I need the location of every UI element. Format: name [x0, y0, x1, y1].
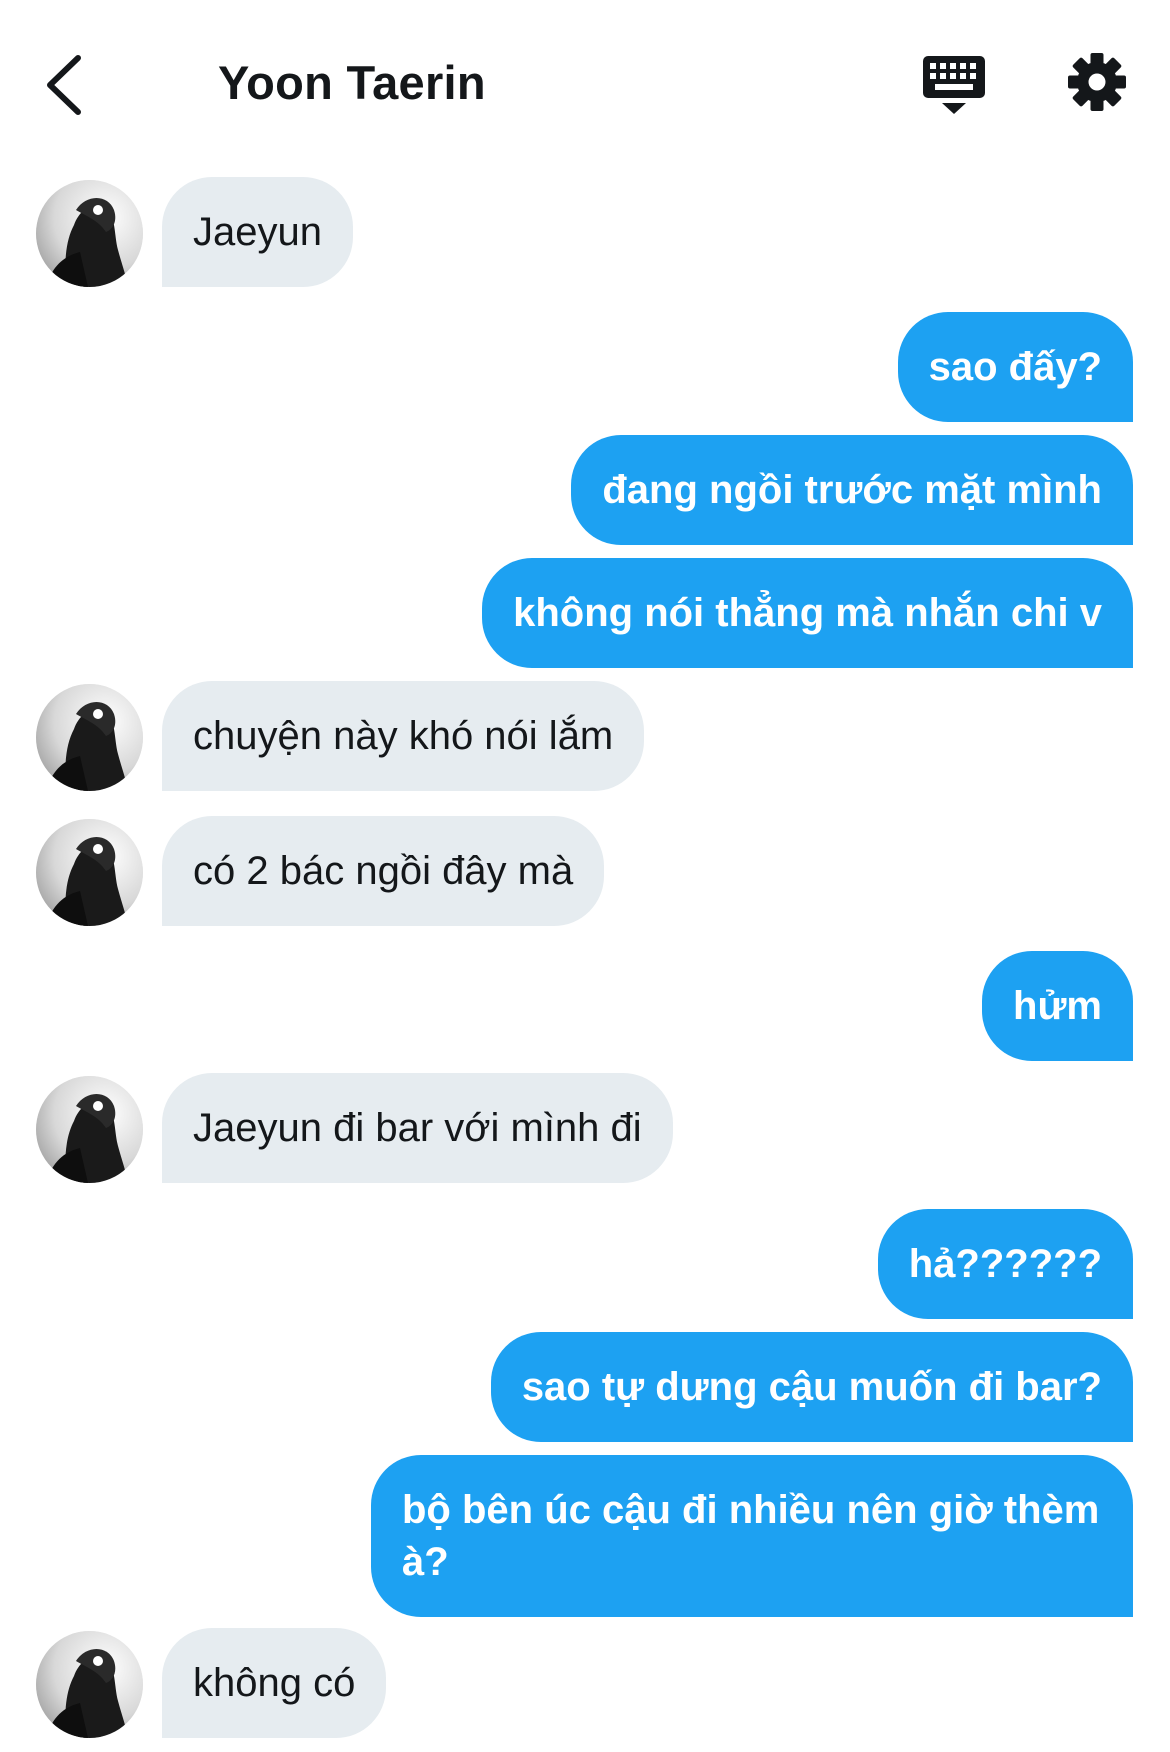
message-text: sao đấy?	[928, 345, 1102, 389]
avatar[interactable]	[36, 819, 143, 926]
outgoing-message[interactable]: bộ bên úc cậu đi nhiều nên giờ thèm à?	[371, 1455, 1133, 1617]
incoming-message[interactable]: không có	[162, 1628, 387, 1738]
message-text: hửm	[1013, 984, 1102, 1028]
message-text: có 2 bác ngồi đây mà	[193, 849, 574, 893]
outgoing-message[interactable]: sao đấy?	[897, 312, 1133, 422]
chat-title: Yoon Taerin	[218, 56, 486, 109]
gear-icon	[1068, 53, 1126, 111]
avatar-photo	[36, 1076, 143, 1183]
keyboard-button[interactable]	[921, 52, 987, 118]
avatar[interactable]	[36, 1076, 143, 1183]
outgoing-message[interactable]: đang ngồi trước mặt mình	[571, 435, 1133, 545]
message-text: bộ bên úc cậu đi nhiều nên giờ thèm à?	[402, 1488, 1100, 1584]
back-button[interactable]	[40, 50, 100, 120]
incoming-message[interactable]: chuyện này khó nói lắm	[162, 681, 645, 791]
keyboard-icon	[923, 56, 985, 114]
message-text: chuyện này khó nói lắm	[193, 714, 614, 758]
chat-header: Yoon Taerin	[0, 0, 1170, 160]
message-text: đang ngồi trước mặt mình	[602, 468, 1102, 512]
settings-button[interactable]	[1067, 52, 1127, 112]
avatar[interactable]	[36, 180, 143, 287]
incoming-message[interactable]: có 2 bác ngồi đây mà	[162, 816, 605, 926]
avatar[interactable]	[36, 1631, 143, 1738]
message-text: hả??????	[908, 1242, 1102, 1286]
message-text: Jaeyun	[193, 210, 322, 254]
avatar-photo	[36, 819, 143, 926]
incoming-message[interactable]: Jaeyun	[162, 177, 353, 287]
outgoing-message[interactable]: sao tự dưng cậu muốn đi bar?	[490, 1332, 1133, 1442]
avatar-photo	[36, 180, 143, 287]
outgoing-message[interactable]: không nói thẳng mà nhắn chi v	[482, 558, 1133, 668]
message-text: không có	[193, 1661, 356, 1705]
outgoing-message[interactable]: hửm	[982, 951, 1133, 1061]
message-text: không nói thẳng mà nhắn chi v	[513, 591, 1102, 635]
message-text: Jaeyun đi bar với mình đi	[193, 1106, 642, 1150]
avatar[interactable]	[36, 684, 143, 791]
chevron-left-icon	[47, 55, 81, 115]
outgoing-message[interactable]: hả??????	[877, 1209, 1133, 1319]
avatar-photo	[36, 684, 143, 791]
message-text: sao tự dưng cậu muốn đi bar?	[521, 1365, 1102, 1409]
incoming-message[interactable]: Jaeyun đi bar với mình đi	[162, 1073, 673, 1183]
avatar-photo	[36, 1631, 143, 1738]
